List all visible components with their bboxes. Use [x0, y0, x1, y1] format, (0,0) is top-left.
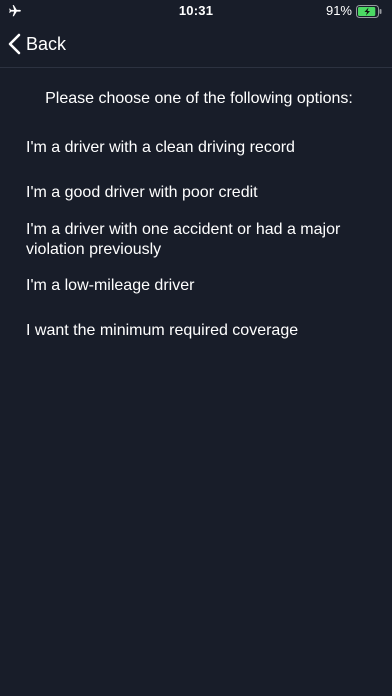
- option-poor-credit[interactable]: I'm a good driver with poor credit: [26, 183, 376, 203]
- app-screen: 10:31 91% Back Please choose one of the …: [0, 0, 392, 696]
- battery-percent: 91%: [325, 3, 352, 18]
- prompt-text: Please choose one of the following optio…: [45, 90, 353, 107]
- option-clean-record[interactable]: I'm a driver with a clean driving record: [26, 138, 376, 158]
- chevron-left-icon: [8, 33, 21, 55]
- option-minimum-coverage[interactable]: I want the minimum required coverage: [26, 321, 376, 341]
- option-accident-violation[interactable]: I'm a driver with one accident or had a …: [26, 220, 376, 260]
- battery-charging-icon: [356, 4, 382, 18]
- back-label: Back: [26, 34, 67, 54]
- status-bar: 10:31 91%: [0, 0, 392, 22]
- back-button[interactable]: Back: [8, 31, 66, 57]
- navigation-bar: Back: [0, 22, 392, 68]
- battery-indicator: 91%: [326, 4, 382, 18]
- option-low-mileage[interactable]: I'm a low-mileage driver: [26, 276, 376, 296]
